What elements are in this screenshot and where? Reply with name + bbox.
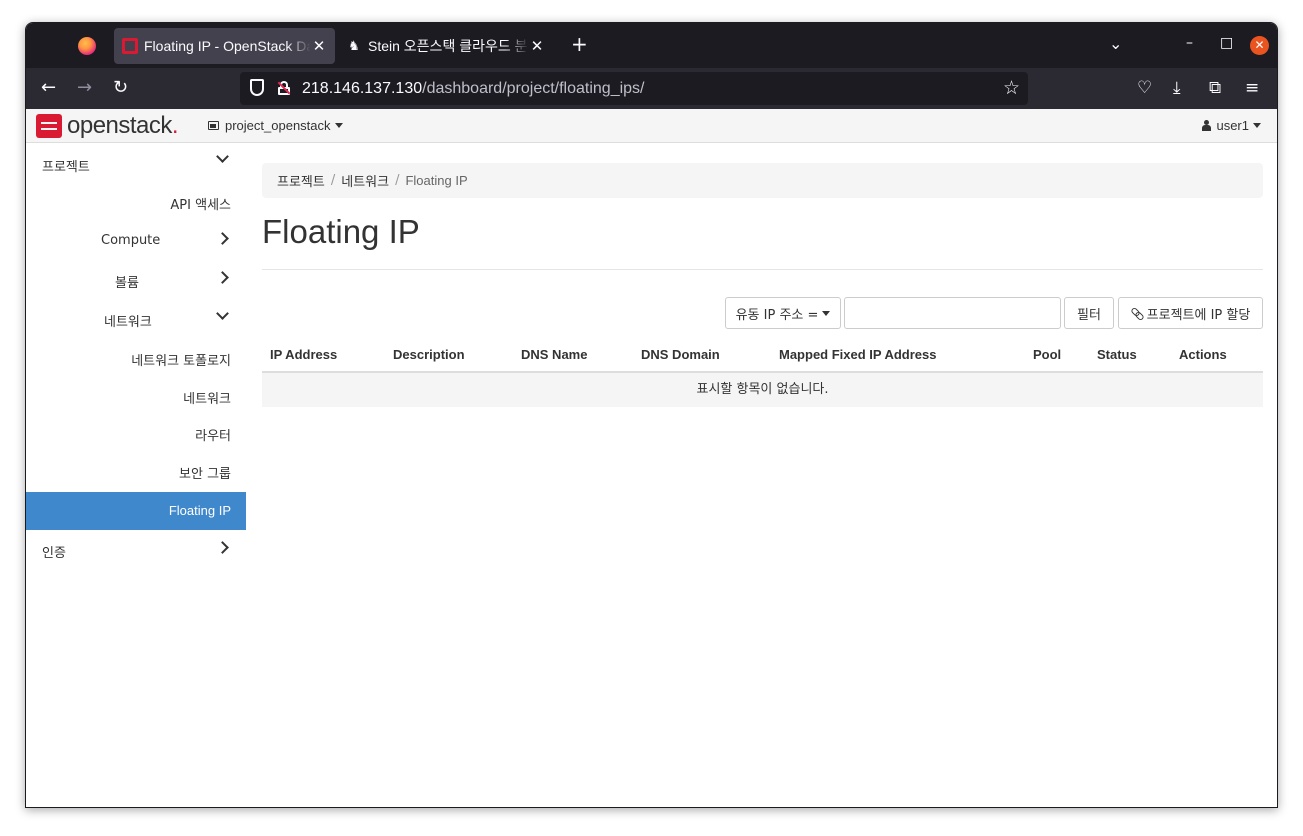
- column-header-mapped-fixed-ip[interactable]: Mapped Fixed IP Address: [779, 347, 937, 362]
- menu-hamburger-icon[interactable]: ≡: [1245, 78, 1259, 98]
- caret-down-icon: [822, 310, 831, 316]
- url-path: /dashboard/project/floating_ips/: [422, 80, 645, 97]
- reload-icon[interactable]: ↻: [113, 78, 128, 98]
- list-all-tabs-icon[interactable]: ⌄: [1109, 34, 1122, 53]
- forward-arrow-icon[interactable]: →: [77, 78, 92, 98]
- bookmark-star-icon[interactable]: ☆: [1003, 77, 1020, 99]
- divider: [262, 269, 1263, 270]
- close-tab-icon[interactable]: ✕: [529, 37, 545, 55]
- floating-ip-table: IP Address Description DNS Name DNS Doma…: [262, 338, 1263, 407]
- sidebar-item-label: 네트워크 토폴로지: [131, 354, 231, 369]
- sidebar-item-compute[interactable]: Compute: [26, 222, 246, 260]
- downloads-icon[interactable]: ⤓: [1173, 78, 1181, 98]
- sidebar-item-security-groups[interactable]: 보안 그룹: [26, 452, 246, 490]
- sidebar-item-project[interactable]: 프로젝트: [26, 143, 246, 181]
- filter-field-label: 유동 IP 주소 =: [735, 307, 819, 323]
- sidebar-item-label: Compute: [101, 233, 161, 248]
- url-text[interactable]: 218.146.137.130/dashboard/project/floati…: [302, 80, 645, 98]
- sidebar-item-label: Floating IP: [168, 503, 231, 518]
- url-bar[interactable]: 218.146.137.130/dashboard/project/floati…: [240, 72, 1028, 105]
- breadcrumb-network[interactable]: 네트워크: [341, 171, 389, 190]
- sidebar-item-volumes[interactable]: 볼륨: [26, 261, 246, 299]
- sidebar-item-networks[interactable]: 네트워크: [26, 377, 246, 415]
- maximize-icon[interactable]: □: [1220, 35, 1233, 51]
- sidebar-item-identity[interactable]: 인증: [26, 531, 246, 569]
- tracking-shield-icon[interactable]: [250, 79, 264, 96]
- sidebar-item-label: 보안 그룹: [179, 467, 231, 482]
- chevron-right-icon: [216, 232, 229, 245]
- link-icon: [1131, 307, 1143, 319]
- project-name: project_openstack: [225, 118, 331, 133]
- breadcrumb-separator: /: [330, 173, 336, 188]
- allocate-ip-button[interactable]: 프로젝트에 IP 할당: [1118, 297, 1263, 329]
- insecure-lock-icon[interactable]: [277, 81, 291, 95]
- column-header-dns-domain[interactable]: DNS Domain: [641, 347, 720, 362]
- table-empty-row: 표시할 항목이 없습니다.: [262, 373, 1263, 407]
- tab-stein-blog[interactable]: ♞ Stein 오픈스택 클라우드 분 ✕: [338, 28, 553, 64]
- chevron-down-icon: [216, 150, 229, 163]
- allocate-ip-label: 프로젝트에 IP 할당: [1146, 307, 1251, 323]
- chevron-down-icon: [216, 307, 229, 320]
- sidebar: 프로젝트 API 액세스 Compute 볼륨 네트워크 네트워크 토폴로지 네…: [26, 143, 246, 807]
- sidebar-item-label: 네트워크: [183, 392, 231, 407]
- table-header: IP Address Description DNS Name DNS Doma…: [262, 338, 1263, 373]
- sidebar-item-label: 라우터: [195, 429, 231, 444]
- extensions-icon[interactable]: ⧉: [1209, 78, 1221, 98]
- openstack-logo[interactable]: openstack.: [36, 112, 179, 139]
- pocket-icon[interactable]: ♡: [1137, 78, 1152, 98]
- breadcrumb-project[interactable]: 프로젝트: [277, 171, 325, 190]
- back-arrow-icon[interactable]: ←: [41, 78, 56, 98]
- project-selector[interactable]: project_openstack: [208, 118, 343, 133]
- openstack-logo-icon: [36, 114, 62, 138]
- sidebar-item-label: 인증: [42, 546, 66, 561]
- sidebar-item-api-access[interactable]: API 액세스: [26, 183, 246, 221]
- sidebar-item-label: 네트워크: [104, 315, 152, 330]
- close-window-icon[interactable]: ✕: [1250, 36, 1269, 55]
- filter-input[interactable]: [844, 297, 1061, 329]
- caret-down-icon: [1253, 123, 1261, 128]
- breadcrumb: 프로젝트 / 네트워크 / Floating IP: [262, 163, 1263, 198]
- tab-title: Stein 오픈스택 클라우드 분: [368, 38, 528, 54]
- breadcrumb-separator: /: [395, 173, 400, 188]
- navigation-bar: ← → ↻ 218.146.137.130/dashboard/project/…: [26, 68, 1277, 109]
- column-header-dns-name[interactable]: DNS Name: [521, 347, 587, 362]
- sidebar-item-network[interactable]: 네트워크: [26, 300, 246, 338]
- logo-text: openstack: [67, 112, 172, 139]
- minimize-icon[interactable]: –: [1186, 35, 1193, 51]
- caret-down-icon: [334, 123, 343, 128]
- close-tab-icon[interactable]: ✕: [311, 37, 327, 55]
- breadcrumb-current: Floating IP: [405, 173, 468, 188]
- user-name: user1: [1216, 118, 1249, 133]
- url-host: 218.146.137.130: [302, 80, 423, 97]
- sidebar-item-label: API 액세스: [170, 198, 231, 213]
- project-list-icon: [208, 121, 219, 130]
- firefox-icon[interactable]: [78, 37, 96, 55]
- sidebar-item-network-topology[interactable]: 네트워크 토폴로지: [26, 339, 246, 377]
- sidebar-item-label: 프로젝트: [42, 160, 90, 175]
- page-title: Floating IP: [262, 213, 420, 250]
- chevron-right-icon: [216, 541, 229, 554]
- filter-button[interactable]: 필터: [1064, 297, 1114, 329]
- logo-dot: .: [171, 112, 179, 139]
- column-header-status[interactable]: Status: [1097, 347, 1137, 362]
- column-header-pool[interactable]: Pool: [1033, 347, 1061, 362]
- chevron-right-icon: [216, 271, 229, 284]
- column-header-actions: Actions: [1179, 347, 1227, 362]
- user-icon: [1202, 120, 1212, 131]
- tab-title: Floating IP - OpenStack Dashboard: [144, 38, 311, 54]
- column-header-ip-address[interactable]: IP Address: [270, 347, 337, 362]
- tab-floating-ip[interactable]: Floating IP - OpenStack Dashboard ✕: [114, 28, 335, 64]
- new-tab-button[interactable]: +: [571, 34, 588, 54]
- openstack-favicon-icon: [122, 38, 138, 54]
- user-menu[interactable]: user1: [1202, 118, 1261, 133]
- browser-window: Floating IP - OpenStack Dashboard ✕ ♞ St…: [25, 22, 1278, 808]
- app-header: openstack. project_openstack user1: [26, 109, 1277, 143]
- sidebar-item-floating-ip[interactable]: Floating IP: [26, 492, 246, 530]
- tab-bar: Floating IP - OpenStack Dashboard ✕ ♞ St…: [26, 23, 1277, 68]
- sidebar-item-label: 볼륨: [115, 276, 139, 291]
- filter-field-select[interactable]: 유동 IP 주소 =: [725, 297, 841, 329]
- blog-favicon-icon: ♞: [348, 38, 360, 53]
- column-header-description[interactable]: Description: [393, 347, 465, 362]
- sidebar-item-routers[interactable]: 라우터: [26, 414, 246, 452]
